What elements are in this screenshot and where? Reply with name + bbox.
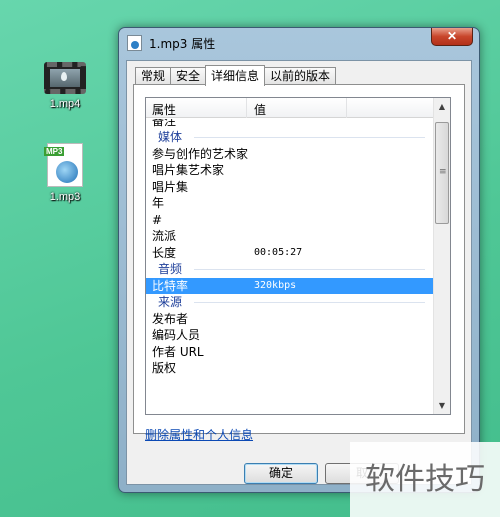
column-header-value[interactable]: 值 [254,101,266,118]
list-item-selected[interactable]: 比特率 320kbps [146,277,433,294]
tab-security[interactable]: 安全 [170,67,207,85]
details-panel: 属性 值 备注 媒体 参与创作的艺术家 唱片集艺术家 唱片集 年 # 流派 长度… [133,84,465,442]
group-divider [194,269,425,270]
group-divider [194,137,425,138]
audio-file-icon: MP3 [44,143,83,187]
list-item[interactable]: 备注 [146,119,433,129]
list-item[interactable]: 流派 [146,228,433,245]
tab-previous-versions[interactable]: 以前的版本 [264,67,337,85]
list-item[interactable]: 唱片集 [146,179,433,196]
properties-window: 1.mp3 属性 ✕ 常规 安全 详细信息 以前的版本 属性 值 备注 媒体 参… [118,27,480,493]
mp3-badge: MP3 [44,147,65,156]
window-title: 1.mp3 属性 [149,37,216,51]
property-key: 唱片集艺术家 [152,163,225,177]
list-item[interactable]: 版权 [146,360,433,377]
property-key: 参与创作的艺术家 [152,146,249,161]
property-key: 发布者 [152,311,189,326]
close-icon: ✕ [446,29,458,43]
list-rows: 备注 媒体 参与创作的艺术家 唱片集艺术家 唱片集 年 # 流派 长度 00:0… [146,119,433,414]
property-key: 流派 [152,229,177,243]
list-item[interactable]: 唱片集艺术家 [146,162,433,179]
property-key: 年 [152,196,165,210]
property-key: 作者 URL [152,344,204,359]
title-bar[interactable]: 1.mp3 属性 ✕ [119,28,479,58]
dialog-body: 常规 安全 详细信息 以前的版本 属性 值 备注 媒体 参与创作的艺术家 唱片集… [126,60,472,485]
list-item[interactable]: 作者 URL [146,344,433,361]
desktop-icon-label: 1.mp4 [49,98,81,110]
tab-details[interactable]: 详细信息 [205,65,266,86]
list-header: 属性 值 [146,98,433,118]
property-key: 唱片集 [152,179,189,194]
list-item[interactable]: 年 [146,195,433,212]
scroll-thumb[interactable]: ≡ [435,122,449,224]
property-key: 比特率 [152,278,189,293]
property-key: 备注 [152,119,177,128]
desktop-icon-mp3[interactable]: MP3 1.mp3 [35,143,95,203]
property-list[interactable]: 属性 值 备注 媒体 参与创作的艺术家 唱片集艺术家 唱片集 年 # 流派 长度… [145,97,451,415]
list-item[interactable]: 编码人员 [146,327,433,344]
vertical-scrollbar[interactable]: ▲ ≡ ▼ [433,98,450,414]
remove-properties-link[interactable]: 删除属性和个人信息 [145,426,253,443]
group-label: 媒体 [158,130,183,144]
property-value: 320kbps [254,279,297,291]
property-key: # [152,212,163,227]
column-divider [246,98,247,118]
close-button[interactable]: ✕ [431,28,473,46]
list-item[interactable]: 参与创作的艺术家 [146,146,433,163]
property-key: 版权 [152,361,177,375]
group-divider [194,302,425,303]
watermark: 软件技巧 [350,442,500,517]
desktop-icon-label: 1.mp3 [49,191,81,203]
property-value: 00:05:27 [254,246,303,258]
tab-strip: 常规 安全 详细信息 以前的版本 [135,65,337,86]
scroll-up-icon[interactable]: ▲ [434,98,450,115]
tab-general[interactable]: 常规 [135,67,172,85]
group-header-audio[interactable]: 音频 [146,261,433,278]
ok-button[interactable]: 确定 [244,463,318,484]
video-file-icon [44,62,86,94]
group-header-media[interactable]: 媒体 [146,129,433,146]
list-item[interactable]: 发布者 [146,311,433,328]
column-divider [346,98,347,118]
file-icon [127,35,142,51]
group-label: 音频 [158,262,183,276]
list-item[interactable]: 长度 00:05:27 [146,245,433,262]
property-key: 长度 [152,245,177,260]
scroll-down-icon[interactable]: ▼ [434,397,450,414]
group-label: 来源 [158,295,183,309]
list-item[interactable]: # [146,212,433,229]
grip-icon: ≡ [439,167,447,177]
desktop-icon-mp4[interactable]: 1.mp4 [35,62,95,110]
group-header-origin[interactable]: 来源 [146,294,433,311]
property-key: 编码人员 [152,328,201,342]
column-header-property[interactable]: 属性 [152,101,176,118]
